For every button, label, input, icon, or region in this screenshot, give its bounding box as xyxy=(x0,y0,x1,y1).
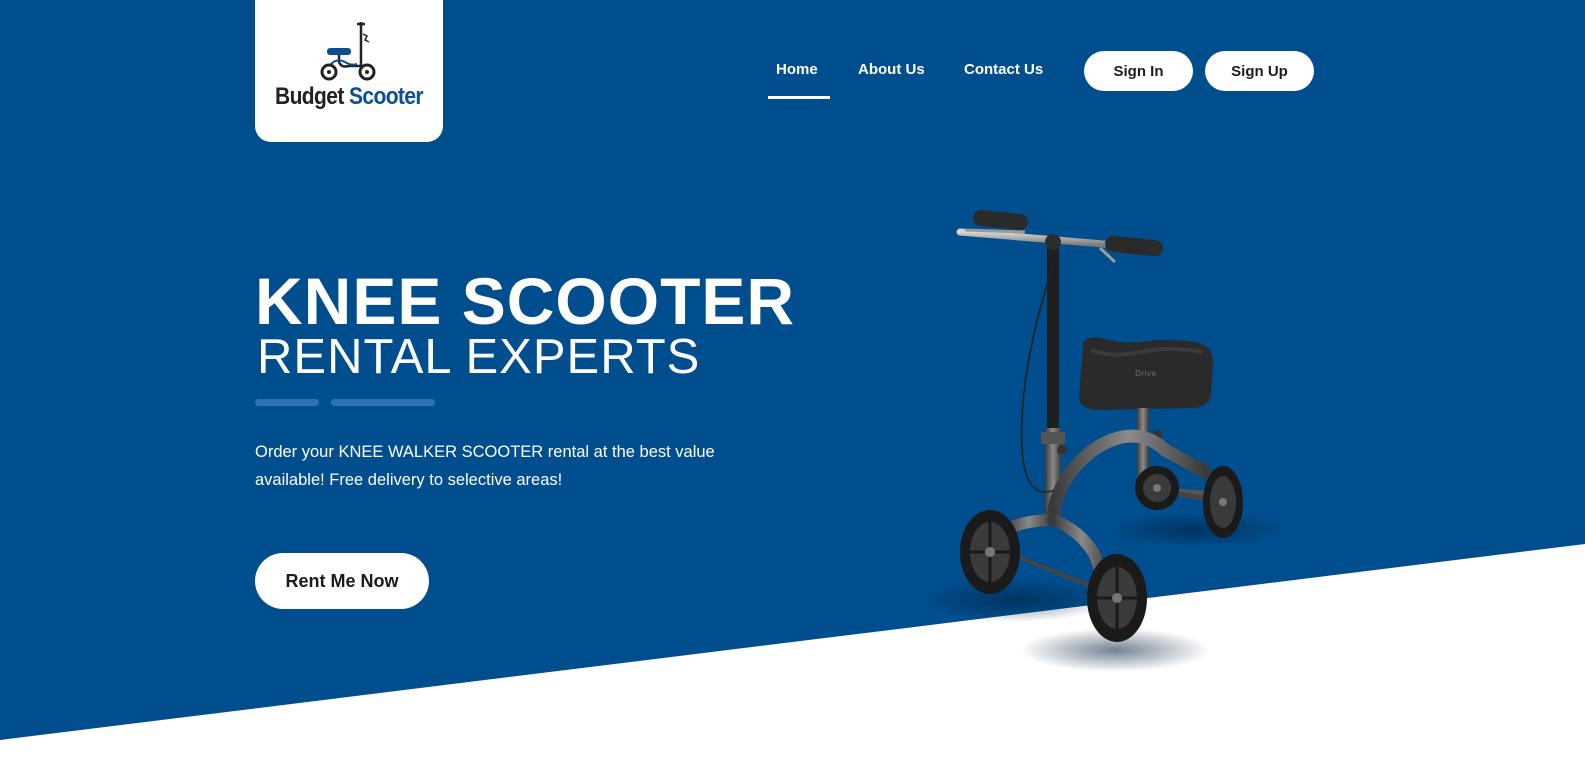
nav-home[interactable]: Home xyxy=(776,61,818,78)
accent-bar-short xyxy=(255,399,319,406)
rent-me-now-button[interactable]: Rent Me Now xyxy=(255,553,429,609)
nav-contact-us[interactable]: Contact Us xyxy=(964,61,1043,78)
hero-title: KNEE SCOOTER xyxy=(255,264,796,338)
logo[interactable]: Budget Scooter xyxy=(255,0,443,142)
nav-active-indicator xyxy=(768,96,830,99)
sign-in-button[interactable]: Sign In xyxy=(1084,51,1193,91)
knee-scooter-product-image: Drive xyxy=(905,200,1295,675)
logo-word-scooter: Scooter xyxy=(348,83,424,110)
page: Budget Scooter Home About Us Contact Us … xyxy=(0,0,1585,772)
sign-up-button[interactable]: Sign Up xyxy=(1205,51,1314,91)
hero-description: Order your KNEE WALKER SCOOTER rental at… xyxy=(255,443,715,489)
logo-text: Budget Scooter xyxy=(255,83,443,111)
hero-subtitle: RENTAL EXPERTS xyxy=(257,330,701,384)
scooter-icon xyxy=(320,22,376,81)
logo-word-budget: Budget xyxy=(275,83,344,110)
accent-bar-long xyxy=(331,399,435,406)
nav-about-us[interactable]: About Us xyxy=(858,61,925,78)
svg-text:Drive: Drive xyxy=(1135,369,1156,378)
hero-background xyxy=(0,0,1585,772)
